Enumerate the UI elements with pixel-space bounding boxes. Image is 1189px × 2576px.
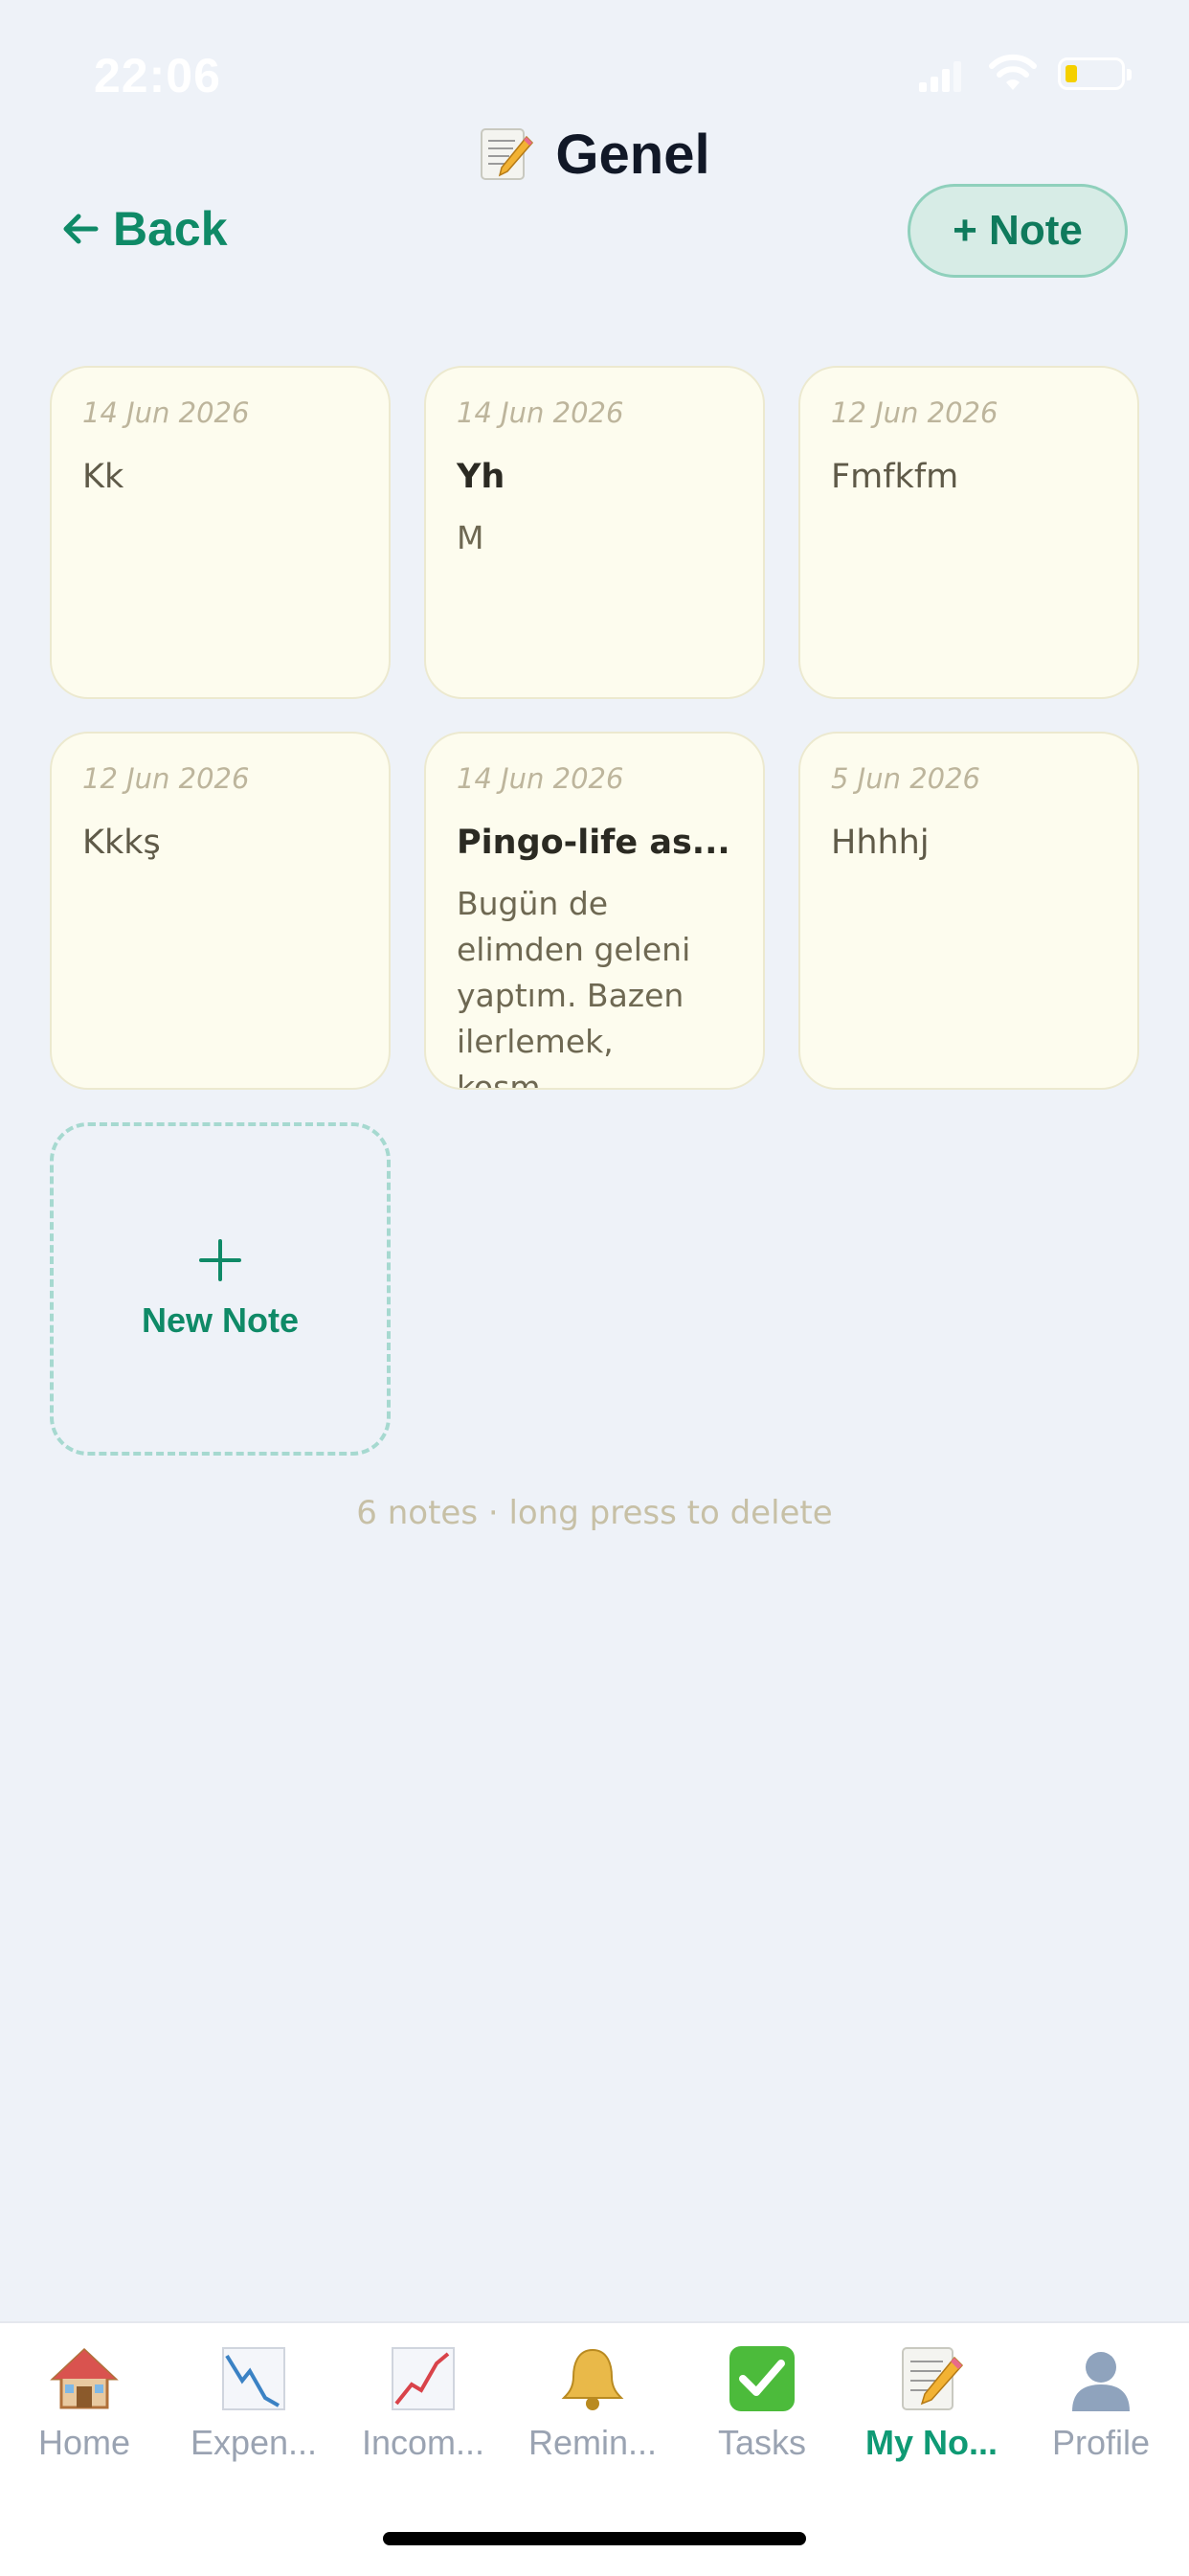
bell-icon	[561, 2348, 624, 2410]
memo-icon	[481, 128, 534, 180]
back-button[interactable]: Back	[61, 201, 228, 257]
note-date: 12 Jun 2026	[831, 396, 998, 429]
note-card[interactable]: 5 Jun 2026 Hhhhj	[798, 732, 1139, 1090]
note-card[interactable]: 14 Jun 2026 Pingo-life as... Bugün de el…	[424, 732, 765, 1090]
memo-icon	[902, 2347, 964, 2410]
tab-label: Incom...	[361, 2423, 485, 2462]
note-date: 5 Jun 2026	[831, 762, 981, 795]
status-time: 22:06	[94, 49, 221, 102]
note-card[interactable]: 12 Jun 2026 Kkkş	[50, 732, 391, 1090]
tab-label: Remin...	[527, 2423, 658, 2462]
home-indicator	[383, 2532, 806, 2545]
tab-my-notes[interactable]: My No...	[850, 2342, 1013, 2463]
add-note-button[interactable]: + Note	[908, 184, 1128, 278]
tab-label: Expen...	[190, 2423, 318, 2462]
note-date: 14 Jun 2026	[457, 762, 624, 795]
battery-icon	[1058, 57, 1132, 90]
tab-reminders[interactable]: Remin...	[511, 2342, 674, 2463]
note-card[interactable]: 14 Jun 2026 Yh M	[424, 366, 765, 699]
tab-home[interactable]: Home	[3, 2342, 166, 2463]
person-icon	[1072, 2352, 1130, 2411]
new-note-label: New Note	[141, 1300, 300, 1340]
house-icon	[50, 2347, 119, 2409]
note-card[interactable]: 14 Jun 2026 Kk	[50, 366, 391, 699]
tab-profile[interactable]: Profile	[1020, 2342, 1182, 2463]
wifi-icon	[989, 54, 1037, 90]
note-body: Bugün de elimden geleni yaptım. Bazen il…	[457, 885, 691, 1090]
note-date: 14 Jun 2026	[82, 396, 250, 429]
back-label: Back	[113, 202, 228, 256]
note-title: Pingo-life as...	[457, 824, 730, 862]
plus-icon	[199, 1239, 241, 1281]
cellular-signal-icon	[919, 59, 961, 92]
chart-decreasing-icon	[222, 2347, 285, 2410]
check-box-icon	[729, 2346, 795, 2411]
new-note-card[interactable]: New Note	[50, 1122, 391, 1456]
arrow-left-icon	[63, 214, 99, 244]
tab-income[interactable]: Incom...	[342, 2342, 505, 2463]
note-date: 12 Jun 2026	[82, 762, 250, 795]
tab-label: My No...	[864, 2423, 998, 2462]
page-title: Genel	[0, 123, 1189, 187]
tab-label: Tasks	[717, 2423, 807, 2462]
tab-label: Profile	[1051, 2423, 1151, 2462]
page-title-text: Genel	[555, 124, 710, 186]
note-title: Hhhhj	[831, 824, 930, 862]
note-title: Fmfkfm	[831, 458, 959, 496]
notes-hint: 6 notes · long press to delete	[356, 1494, 833, 1532]
note-date: 14 Jun 2026	[457, 396, 624, 429]
note-body: M	[457, 519, 484, 556]
note-card[interactable]: 12 Jun 2026 Fmfkfm	[798, 366, 1139, 699]
tab-tasks[interactable]: Tasks	[681, 2342, 843, 2463]
tab-label: Home	[37, 2423, 131, 2462]
tab-expenses[interactable]: Expen...	[172, 2342, 335, 2463]
note-title: Kkkş	[82, 824, 161, 862]
note-title: Kk	[82, 458, 124, 496]
note-title: Yh	[457, 458, 505, 496]
chart-increasing-icon	[392, 2347, 455, 2410]
